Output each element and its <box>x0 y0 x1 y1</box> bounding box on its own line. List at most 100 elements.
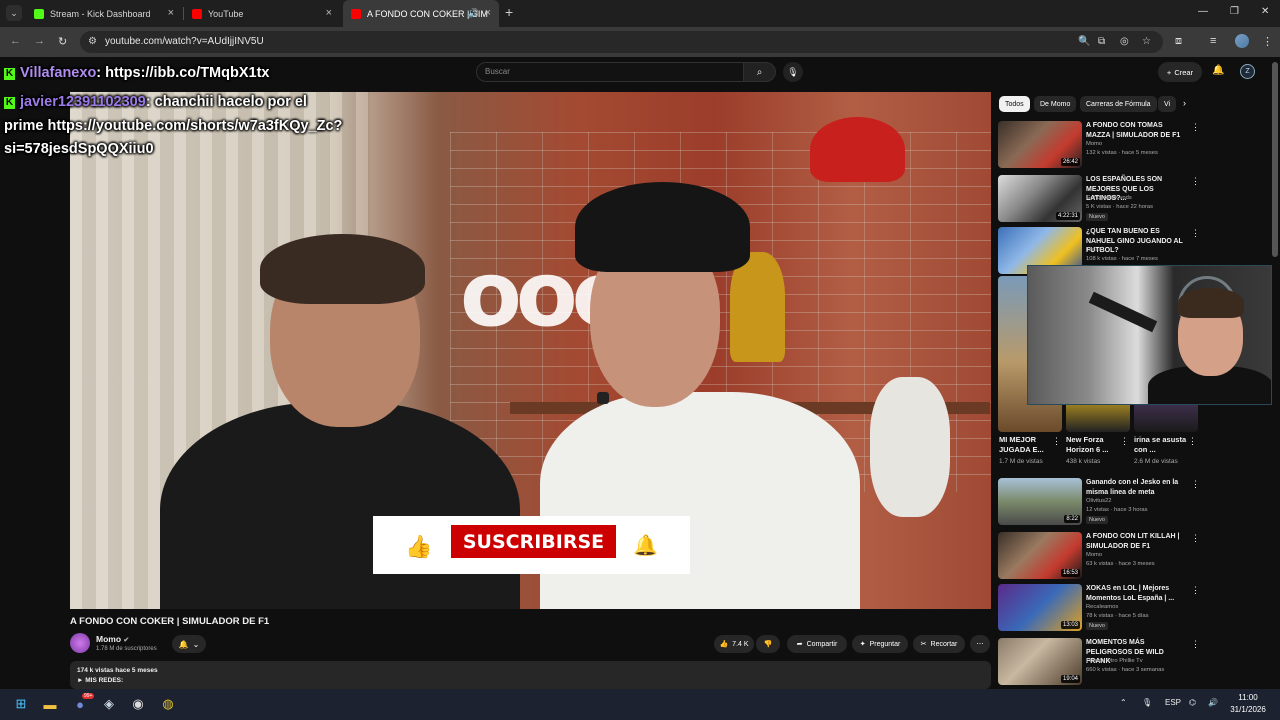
share-button[interactable]: ➦ Compartir <box>787 635 847 653</box>
like-count: 7.4 K <box>732 640 749 648</box>
more-options-icon[interactable]: ⋮ <box>1191 176 1200 187</box>
channel-name[interactable]: Olivitus22 <box>1086 498 1111 504</box>
create-button[interactable]: + Crear <box>1158 62 1202 82</box>
more-options-icon[interactable]: ⋮ <box>1191 533 1200 544</box>
extensions-icon[interactable]: ⧈ <box>1175 35 1182 48</box>
channel-name[interactable]: Tonali <box>1086 247 1101 253</box>
dislike-button[interactable]: 👎 <box>756 635 780 653</box>
subscribe-button[interactable]: SUSCRIBIRSE <box>451 525 616 558</box>
recommended-video[interactable]: 19:04 MOMENTOS MÁS PELIGROSOS DE WILD FR… <box>998 638 1270 688</box>
eye-off-icon[interactable]: ◎ <box>1120 36 1129 47</box>
like-button[interactable]: 👍 7.4 K <box>714 635 754 653</box>
chip-all[interactable]: Todos <box>999 96 1030 112</box>
audio-playing-icon[interactable]: 🔊 <box>468 8 479 19</box>
tray-mic-icon[interactable]: 🎙 <box>1142 698 1152 707</box>
more-options-icon[interactable]: ⋮ <box>1191 585 1200 596</box>
zoom-icon[interactable]: 🔍 <box>1078 36 1090 47</box>
obs-icon[interactable]: ◉ <box>128 695 148 713</box>
reading-list-icon[interactable]: ≡ <box>1210 35 1216 47</box>
channel-name[interactable]: Momo <box>1086 552 1102 558</box>
tab-active-video[interactable]: A FONDO CON COKER | SIM 🔊 × <box>343 0 499 27</box>
more-options-icon[interactable]: ⋮ <box>1191 122 1200 133</box>
back-icon[interactable]: ← <box>10 35 21 47</box>
search-icon: ⌕ <box>756 66 763 78</box>
chip-more[interactable]: Vi <box>1158 96 1176 112</box>
more-options-icon[interactable]: ⋮ <box>1120 436 1129 447</box>
reload-icon[interactable]: ↻ <box>58 35 67 48</box>
chrome-icon[interactable]: ◍ <box>158 695 178 713</box>
video-title[interactable]: XOKAS en LOL | Mejores Momentos LoL Espa… <box>1086 584 1186 603</box>
kick-badge-icon: K <box>4 68 15 80</box>
chevron-right-icon[interactable]: › <box>1183 98 1186 108</box>
search-button[interactable]: ⌕ <box>744 62 776 82</box>
create-label: Crear <box>1174 67 1194 77</box>
subscription-bell-button[interactable]: 🔔 ⌄ <box>172 635 206 653</box>
new-tab-button[interactable]: + <box>505 4 513 20</box>
account-avatar[interactable]: Z <box>1240 64 1255 79</box>
install-app-icon[interactable]: ⧉ <box>1098 36 1105 47</box>
video-thumbnail[interactable]: 4:22:31 <box>998 175 1082 222</box>
video-thumbnail[interactable]: 26:42 <box>998 121 1082 168</box>
close-tab-icon[interactable]: × <box>168 8 174 19</box>
tab-kick-dashboard[interactable]: Stream - Kick Dashboard × <box>26 0 182 27</box>
recommended-video[interactable]: 16:53 A FONDO CON LIT KILLAH | SIMULADOR… <box>998 532 1270 582</box>
clip-button[interactable]: ✂ Recortar <box>913 635 965 653</box>
video-thumbnail[interactable]: 19:04 <box>998 638 1082 685</box>
video-title[interactable]: A FONDO CON LIT KILLAH | SIMULADOR DE F1 <box>1086 532 1186 551</box>
more-options-icon[interactable]: ⋮ <box>1052 436 1061 447</box>
close-tab-icon[interactable]: × <box>326 8 332 19</box>
more-options-icon[interactable]: ⋮ <box>1188 436 1197 447</box>
recommended-video[interactable]: 4:22:31 LOS ESPAÑOLES SON MEJORES QUE LO… <box>998 175 1270 225</box>
subscribe-overlay[interactable]: 👍 SUSCRIBIRSE 🔔 <box>373 516 690 574</box>
restore-icon[interactable]: ❐ <box>1230 6 1239 17</box>
more-options-icon[interactable]: ⋮ <box>1191 639 1200 650</box>
channel-name[interactable]: Momo ✔ <box>96 634 129 644</box>
language-indicator[interactable]: ESP <box>1165 698 1181 707</box>
more-options-icon[interactable]: ⋮ <box>1191 479 1200 490</box>
video-thumbnail[interactable]: 8:22 <box>998 478 1082 525</box>
address-bar[interactable]: ⚙ youtube.com/watch?v=AUdIjjINV5U 🔍 ⧉ ◎ … <box>80 31 1163 53</box>
tab-youtube[interactable]: YouTube × <box>184 0 340 27</box>
close-window-icon[interactable]: ✕ <box>1261 6 1269 17</box>
video-thumbnail[interactable]: 13:03 <box>998 584 1082 631</box>
channel-name[interactable]: Momo <box>1086 141 1102 147</box>
recommended-video[interactable]: 8:22 Ganando con el Jesko en la misma li… <box>998 478 1270 528</box>
site-info-icon[interactable]: ⚙ <box>88 36 97 47</box>
channel-name[interactable]: Prende Otro Phillie Tv <box>1086 658 1143 664</box>
chip-from-momo[interactable]: De Momo <box>1034 96 1077 112</box>
channel-avatar[interactable] <box>70 633 90 653</box>
notifications-bell-icon[interactable]: 🔔 <box>1212 65 1224 76</box>
video-title[interactable]: A FONDO CON TOMAS MAZZA | SIMULADOR DE F… <box>1086 121 1186 140</box>
volume-icon[interactable]: 🔊 <box>1208 698 1218 707</box>
video-title[interactable]: Ganando con el Jesko en la misma linea d… <box>1086 478 1186 497</box>
channel-name[interactable]: Goncho kick vods <box>1086 195 1132 201</box>
video-player[interactable]: ooch 👍 SUSCRIBIRSE 🔔 <box>70 92 991 609</box>
minimize-icon[interactable]: — <box>1198 6 1208 17</box>
file-explorer-icon[interactable]: ▬ <box>40 695 60 713</box>
more-options-icon[interactable]: ⋮ <box>1191 228 1200 239</box>
profile-avatar[interactable] <box>1235 34 1249 48</box>
channel-name[interactable]: Recaleamos <box>1086 604 1118 610</box>
system-clock[interactable]: 11:00 31/1/2026 <box>1228 692 1268 716</box>
steam-icon[interactable]: ◈ <box>99 695 119 713</box>
chip-formula-races[interactable]: Carreras de Fórmula <box>1080 96 1157 112</box>
tray-overflow-icon[interactable]: ⌃ <box>1120 698 1127 707</box>
recommended-video[interactable]: 26:42 A FONDO CON TOMAS MAZZA | SIMULADO… <box>998 121 1270 171</box>
bookmark-star-icon[interactable]: ☆ <box>1142 36 1151 47</box>
chat-text: : https://ibb.co/TMqbX1tx <box>96 65 270 81</box>
wifi-icon[interactable]: ⌬ <box>1189 698 1196 707</box>
page-scrollbar[interactable] <box>1272 62 1278 257</box>
video-thumbnail[interactable]: 16:53 <box>998 532 1082 579</box>
forward-icon[interactable]: → <box>34 35 45 47</box>
recommended-video[interactable]: 13:03 XOKAS en LOL | Mejores Momentos Lo… <box>998 584 1270 634</box>
more-actions-button[interactable]: ⋯ <box>970 635 990 653</box>
search-input[interactable]: Buscar <box>476 62 744 82</box>
tab-search-chevron-icon[interactable]: ⌄ <box>6 5 22 21</box>
windows-start-icon[interactable]: ⊞ <box>11 695 31 713</box>
ask-button[interactable]: ✦ Preguntar <box>852 635 908 653</box>
description-box[interactable]: 174 k vistas hace 5 meses ► MIS REDES: <box>70 661 991 689</box>
duration-badge: 8:22 <box>1064 515 1080 523</box>
voice-search-button[interactable]: 🎙 <box>783 62 803 82</box>
close-tab-icon[interactable]: × <box>485 8 491 19</box>
browser-menu-icon[interactable]: ⋮ <box>1262 35 1273 48</box>
